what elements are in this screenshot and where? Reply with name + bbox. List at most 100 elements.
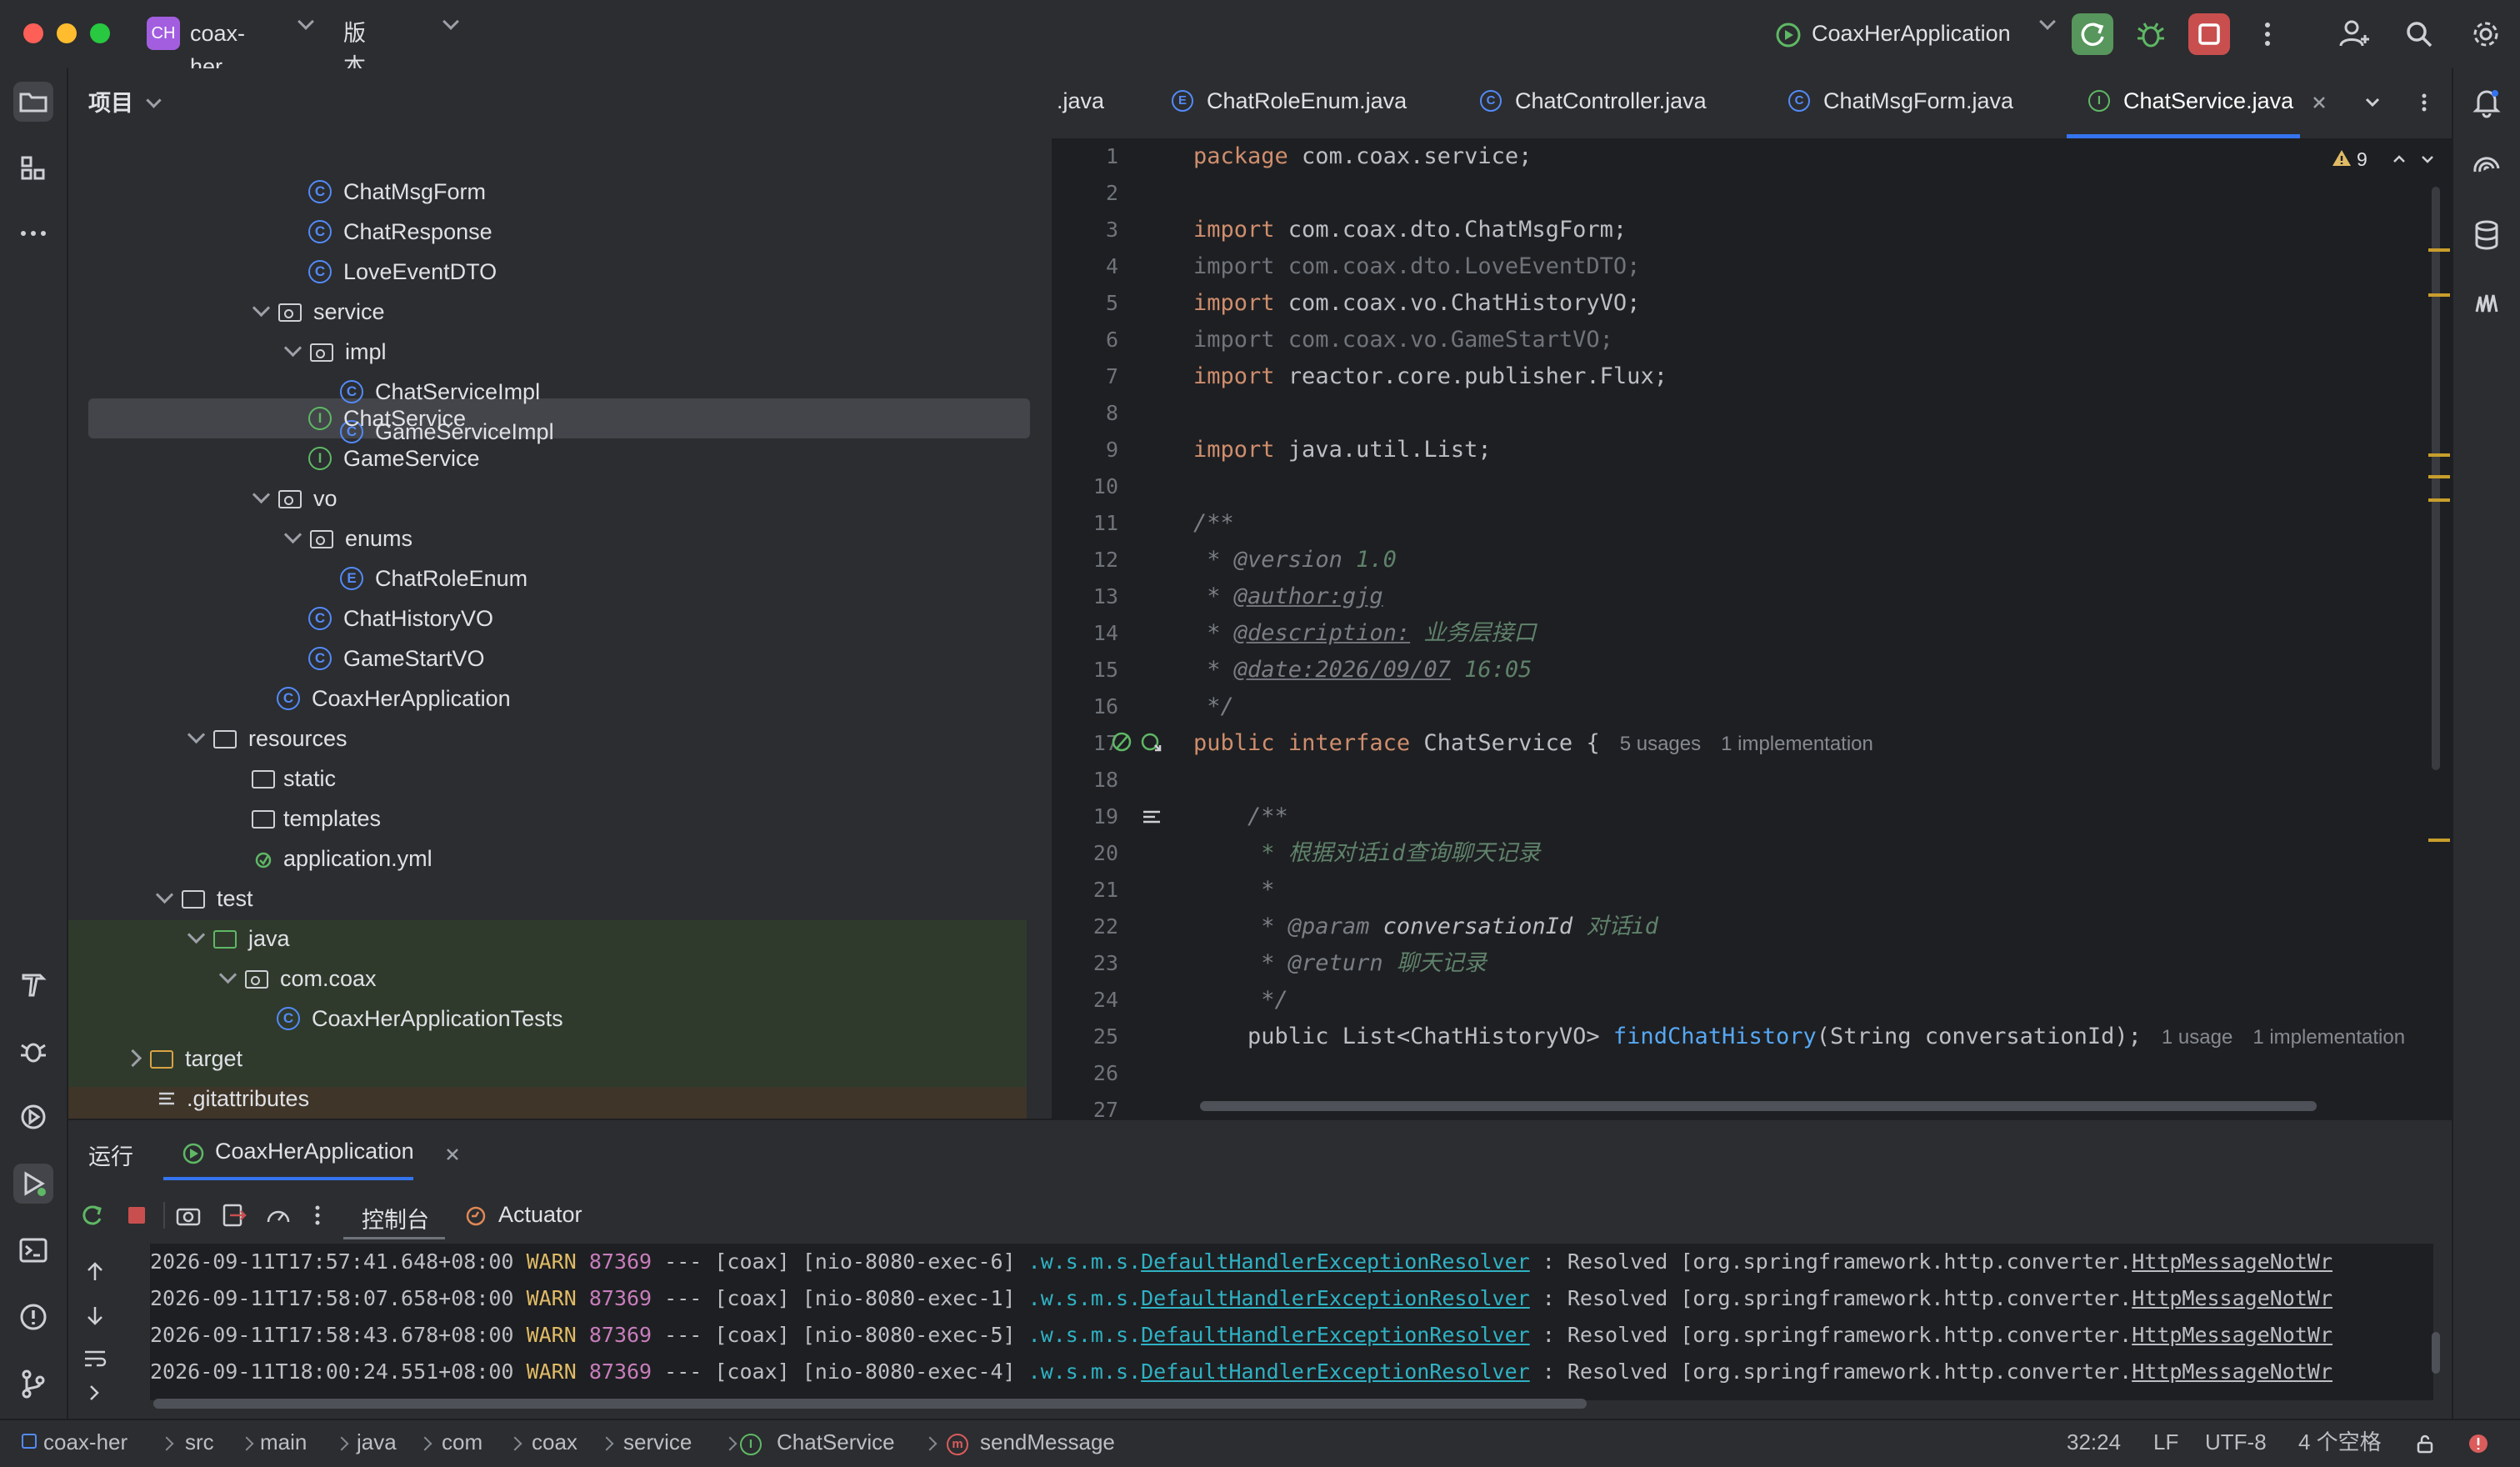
tree-item-vo[interactable]: vo xyxy=(252,478,338,518)
line-number[interactable]: 25 xyxy=(1068,1019,1118,1055)
line-number[interactable]: 26 xyxy=(1068,1055,1118,1092)
camera-icon[interactable] xyxy=(172,1199,205,1232)
line-number[interactable]: 10 xyxy=(1068,468,1118,505)
tab-chatcontroller[interactable]: C ChatController.java xyxy=(1480,68,1707,138)
tree-item-java[interactable]: java xyxy=(187,919,290,959)
tree-item-enums[interactable]: enums xyxy=(283,518,412,558)
more-vertical-icon[interactable] xyxy=(2412,90,2437,115)
lock-icon[interactable] xyxy=(2413,1432,2437,1455)
tree-item-chatroleenum[interactable]: E ChatRoleEnum xyxy=(340,558,528,598)
chevron-right-icon[interactable] xyxy=(83,1382,105,1404)
line-number[interactable]: 4 xyxy=(1068,248,1118,285)
project-panel-title[interactable]: 项目 xyxy=(88,85,162,118)
close-tab-icon[interactable] xyxy=(2312,95,2327,110)
close-icon[interactable] xyxy=(445,1147,460,1162)
breadcrumb-item[interactable]: src xyxy=(185,1420,214,1467)
run-tool-button[interactable] xyxy=(13,1164,53,1204)
database-icon[interactable] xyxy=(2467,215,2507,255)
tab-chatservice[interactable]: I ChatService.java xyxy=(2088,68,2293,138)
zoom-window-button[interactable] xyxy=(90,23,110,43)
tree-item-gitattributes[interactable]: .gitattributes xyxy=(155,1079,309,1119)
tree-item-templates[interactable]: templates xyxy=(252,799,381,839)
line-number[interactable]: 23 xyxy=(1068,945,1118,982)
line-number[interactable]: 22 xyxy=(1068,909,1118,945)
tree-item-test[interactable]: test xyxy=(155,879,253,919)
tree-item-gameservice[interactable]: I GameService xyxy=(308,438,480,478)
line-number[interactable]: 21 xyxy=(1068,872,1118,909)
line-number[interactable]: 1 xyxy=(1068,138,1118,175)
chevron-down-icon[interactable] xyxy=(2418,150,2437,168)
implementations-hint[interactable]: 1 implementation xyxy=(1721,733,1873,755)
line-number[interactable]: 12 xyxy=(1068,542,1118,578)
implementations-hint[interactable]: 1 implementation xyxy=(2252,1026,2405,1049)
warning-stripe-mark[interactable] xyxy=(2428,453,2450,457)
chevron-down-icon[interactable] xyxy=(2362,92,2383,113)
structure-tool-button[interactable] xyxy=(13,148,53,188)
error-icon[interactable] xyxy=(2467,1432,2490,1455)
build-tool-button[interactable] xyxy=(13,964,53,1004)
line-number[interactable]: 2 xyxy=(1068,175,1118,212)
breadcrumb-item[interactable]: sendMessage xyxy=(980,1420,1115,1467)
tree-item-loveeventdto[interactable]: C LoveEventDTO xyxy=(308,252,497,292)
breadcrumb-item[interactable]: java xyxy=(357,1420,397,1467)
tree-item-coaxherapplicationtests[interactable]: C CoaxHerApplicationTests xyxy=(277,999,563,1039)
tree-item-coaxherapplication[interactable]: C CoaxHerApplication xyxy=(277,678,511,718)
add-user-button[interactable] xyxy=(2333,13,2375,55)
tree-item-com-coax[interactable]: com.coax xyxy=(218,959,377,999)
services-tool-button[interactable] xyxy=(13,1097,53,1137)
tree-item-chatservice[interactable]: I ChatService xyxy=(308,398,466,438)
editor-scrollbar[interactable] xyxy=(2432,187,2440,770)
rerun-button[interactable] xyxy=(2072,13,2113,55)
implementation-arrow-icon[interactable] xyxy=(1138,728,1165,755)
line-number[interactable]: 13 xyxy=(1068,578,1118,615)
caret-position[interactable]: 32:24 xyxy=(2067,1420,2121,1467)
warning-stripe-mark[interactable] xyxy=(2428,248,2450,252)
exit-icon[interactable] xyxy=(217,1199,250,1232)
arrow-up-icon[interactable] xyxy=(80,1257,110,1287)
line-number[interactable]: 8 xyxy=(1068,395,1118,432)
chevron-up-icon[interactable] xyxy=(2390,150,2408,168)
line-number[interactable]: 5 xyxy=(1068,285,1118,322)
maven-icon[interactable] xyxy=(2467,282,2507,322)
settings-button[interactable] xyxy=(2465,13,2507,55)
breadcrumb-item[interactable]: service xyxy=(623,1420,692,1467)
usages-hint[interactable]: 1 usage xyxy=(2162,1026,2232,1049)
log-logger-class[interactable]: DefaultHandlerExceptionResolver xyxy=(1141,1249,1530,1274)
debug-tool-button[interactable] xyxy=(13,1030,53,1070)
log-logger-class[interactable]: DefaultHandlerExceptionResolver xyxy=(1141,1286,1530,1310)
line-number[interactable]: 20 xyxy=(1068,835,1118,872)
warning-stripe-mark[interactable] xyxy=(2428,839,2450,842)
arrow-down-icon[interactable] xyxy=(80,1300,110,1330)
breadcrumb-item[interactable]: ChatService xyxy=(777,1420,895,1467)
tree-item-impl[interactable]: impl xyxy=(283,332,387,372)
warning-stripe-mark[interactable] xyxy=(2428,498,2450,502)
tab-console[interactable]: 控制台 xyxy=(362,1202,429,1234)
warning-stripe-mark[interactable] xyxy=(2428,293,2450,297)
line-number[interactable]: 16 xyxy=(1068,688,1118,725)
search-everywhere-button[interactable] xyxy=(2398,13,2440,55)
tree-item-chathistoryvo[interactable]: C ChatHistoryVO xyxy=(308,598,493,638)
soft-wrap-icon[interactable] xyxy=(80,1344,110,1374)
breadcrumb-item[interactable]: main xyxy=(260,1420,307,1467)
stop-button[interactable] xyxy=(2188,13,2230,55)
tree-item-static[interactable]: static xyxy=(252,759,336,799)
line-number[interactable]: 24 xyxy=(1068,982,1118,1019)
line-number[interactable]: 18 xyxy=(1068,762,1118,799)
line-separator[interactable]: LF xyxy=(2153,1420,2178,1467)
line-number[interactable]: 19 xyxy=(1068,799,1118,835)
breadcrumb-item[interactable]: coax-her xyxy=(43,1420,128,1467)
tree-item-application-yml[interactable]: application.yml xyxy=(252,839,432,879)
line-number[interactable]: 15 xyxy=(1068,652,1118,688)
stop-icon[interactable] xyxy=(120,1199,153,1232)
line-number[interactable]: 6 xyxy=(1068,322,1118,358)
breadcrumb-item[interactable]: coax xyxy=(532,1420,578,1467)
minimize-window-button[interactable] xyxy=(57,23,77,43)
debug-button[interactable] xyxy=(2130,13,2172,55)
tree-item-resources[interactable]: resources xyxy=(187,718,348,759)
git-tool-button[interactable] xyxy=(13,1364,53,1404)
console-scrollbar[interactable] xyxy=(2432,1332,2440,1374)
profiler-icon[interactable] xyxy=(262,1199,295,1232)
code-editor[interactable]: package com.coax.service; import com.coa… xyxy=(1193,138,2427,1097)
line-number[interactable]: 14 xyxy=(1068,615,1118,652)
run-config-selector[interactable]: CoaxHerApplication xyxy=(1773,13,2056,50)
